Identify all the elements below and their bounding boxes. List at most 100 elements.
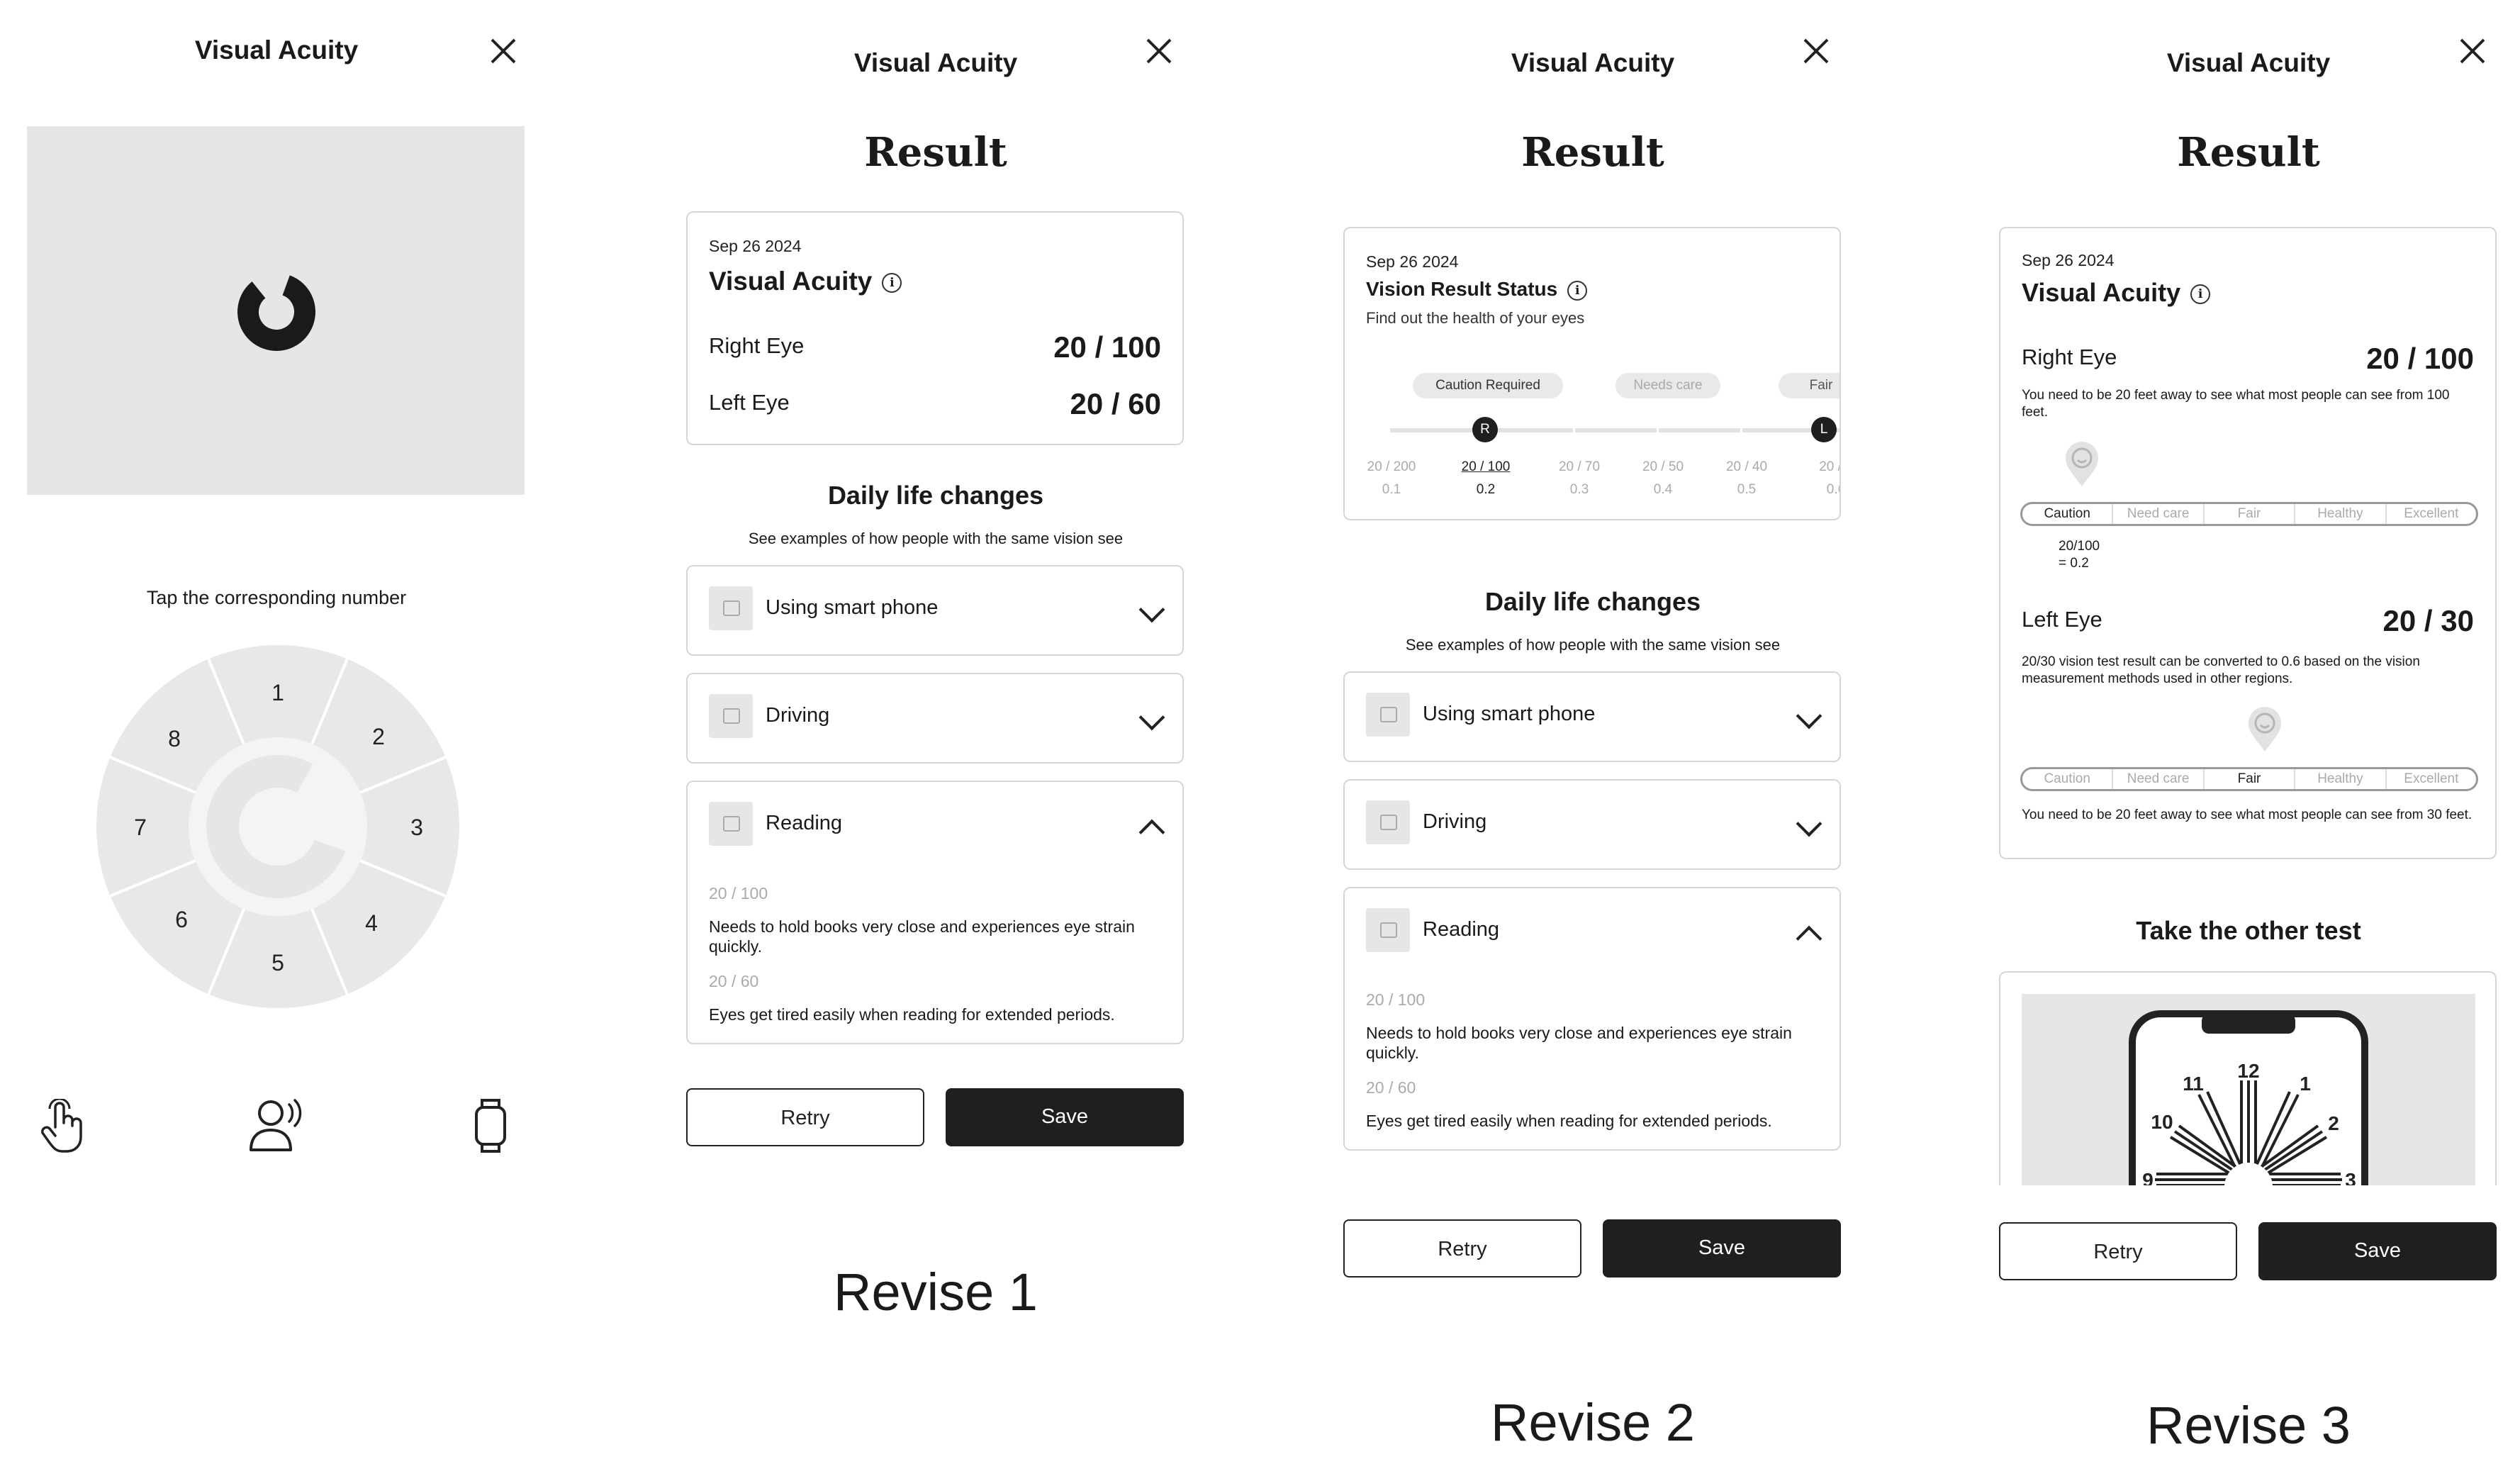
left-eye-scale: Caution Need care Fair Healthy Excellent [2020,767,2478,791]
status-track [1390,428,1839,432]
reading-desc-2: Eyes get tired easily when reading for e… [709,1005,1115,1024]
number-dial[interactable]: 1 2 3 4 5 6 7 8 [95,644,461,1010]
save-button[interactable]: Save [2258,1222,2497,1280]
status-subtitle: Find out the health of your eyes [1366,309,1585,327]
left-eye-label: Left Eye [2022,607,2102,632]
info-icon[interactable]: i [882,273,902,294]
clock-number: 1 [2300,1073,2311,1095]
pill-fair: Fair [1779,373,1839,398]
accordion-driving[interactable]: Driving [686,673,1184,764]
save-button[interactable]: Save [946,1088,1184,1146]
reading-score-1: 20 / 100 [709,884,768,902]
scale-healthy: Healthy [2295,769,2387,789]
astigmatism-clock-phone-illustration: 12 1 2 3 9 10 11 [2129,1010,2368,1185]
touch-icon[interactable] [37,1099,88,1154]
right-eye-value: 20 / 100 [1053,330,1161,364]
card-title: Visual Acuity [2022,278,2181,307]
save-button[interactable]: Save [1603,1219,1841,1278]
close-icon[interactable] [1802,37,1830,65]
dial-number: 6 [175,907,188,932]
card-title-row: Visual Acuity i [2022,278,2211,308]
smartwatch-icon[interactable] [472,1097,509,1154]
accordion-label: Driving [766,704,830,727]
reading-score-1: 20 / 100 [1366,990,1426,1009]
chevron-down-icon [1138,596,1165,623]
retry-button[interactable]: Retry [1999,1222,2237,1280]
info-icon[interactable]: i [1567,280,1588,301]
scale-fair: Fair [2205,769,2296,789]
dial-number: 8 [168,726,181,751]
revision-caption: Revise 1 [834,1263,1038,1321]
scale-caution: Caution [2022,504,2114,524]
screen-title: Visual Acuity [1511,48,1675,77]
card-title-row: Visual Acuity i [709,267,902,296]
reading-desc-1: Needs to hold books very close and exper… [1366,1024,1792,1062]
panel-revise-1: Visual Acuity Result Sep 26 2024 Visual … [659,0,1212,1459]
other-test-card[interactable]: 12 1 2 3 9 10 11 [1999,971,2497,1185]
right-eye-scale: Caution Need care Fair Healthy Excellent [2020,502,2478,526]
accordion-label: Using smart phone [1423,703,1596,725]
card-title: Visual Acuity [709,267,873,296]
scale-tick: 20 / 3 [1819,459,1839,474]
accordion-smart-phone[interactable]: Using smart phone [686,565,1184,656]
close-icon[interactable] [489,37,517,65]
image-placeholder-icon [1366,908,1410,952]
scale-tick: 0.3 [1569,482,1589,497]
right-eye-marker: R [1472,417,1498,442]
accordion-driving[interactable]: Driving [1343,779,1841,870]
scale-tick: 0.5 [1737,482,1757,497]
left-eye-desc: 20/30 vision test result can be converte… [2022,654,2420,686]
accordion-smart-phone[interactable]: Using smart phone [1343,671,1841,762]
track-divider [1573,425,1575,435]
other-test-preview: 12 1 2 3 9 10 11 [2022,994,2475,1185]
left-eye-value: 20 / 30 [2382,604,2474,637]
dial-number: 7 [134,815,147,840]
accordion-reading[interactable]: Reading 20 / 100 Needs to hold books ver… [1343,887,1841,1151]
result-heading: Result [864,129,1007,176]
retry-button[interactable]: Retry [686,1088,924,1146]
accordion-reading[interactable]: Reading 20 / 100 Needs to hold books ver… [686,781,1184,1044]
right-marker-decimal: = 0.2 [2059,556,2089,571]
revision-caption: Revise 3 [2146,1396,2351,1455]
panel-revise-2: Visual Acuity Result Sep 26 2024 Vision … [1316,0,1869,1459]
right-eye-label: Right Eye [2022,345,2117,369]
status-title-row: Vision Result Status i [1366,278,1588,301]
scale-excellent: Excellent [2404,771,2459,786]
image-placeholder-icon [709,586,753,630]
scale-excellent: Excellent [2404,506,2459,521]
landolt-c-icon [237,273,315,351]
daily-life-title: Daily life changes [827,481,1044,510]
daily-life-subtitle: See examples of how people with the same… [1405,636,1781,654]
dial-number: 3 [410,815,423,840]
clock-number: 12 [2237,1060,2259,1082]
scale-tick: 20 / 200 [1367,459,1416,474]
scale-need-care: Need care [2113,769,2205,789]
status-card: Sep 26 2024 Vision Result Status i Find o… [1343,227,1841,520]
dial-number: 5 [271,950,284,976]
clock-number: 2 [2328,1112,2339,1134]
optotype-display [27,126,525,495]
chevron-up-icon [1796,925,1822,952]
result-heading: Result [2177,129,2320,176]
instruction-text: Tap the corresponding number [146,587,407,608]
scale-tick: 20 / 50 [1642,459,1684,474]
screen-title: Visual Acuity [2166,48,2331,77]
close-icon[interactable] [2458,37,2487,65]
clock-number: 9 [2142,1169,2154,1185]
scale-need-care: Need care [2113,504,2205,524]
scale-healthy: Healthy [2295,504,2387,524]
clock-number: 11 [2183,1073,2204,1095]
close-icon[interactable] [1145,37,1173,65]
dial-number: 1 [271,680,284,705]
accordion-label: Reading [766,812,843,834]
scale-tick: 20 / 40 [1725,459,1768,474]
left-eye-note: You need to be 20 feet away to see what … [2022,807,2473,822]
right-marker-fraction: 20/100 [2059,539,2100,554]
reading-score-2: 20 / 60 [1366,1078,1416,1097]
retry-button[interactable]: Retry [1343,1219,1581,1278]
voice-user-icon[interactable] [248,1097,305,1153]
chevron-down-icon [1138,704,1165,731]
right-eye-value: 20 / 100 [2366,342,2474,375]
scale-tick: 20 / 70 [1558,459,1601,474]
info-icon[interactable]: i [2190,284,2211,305]
